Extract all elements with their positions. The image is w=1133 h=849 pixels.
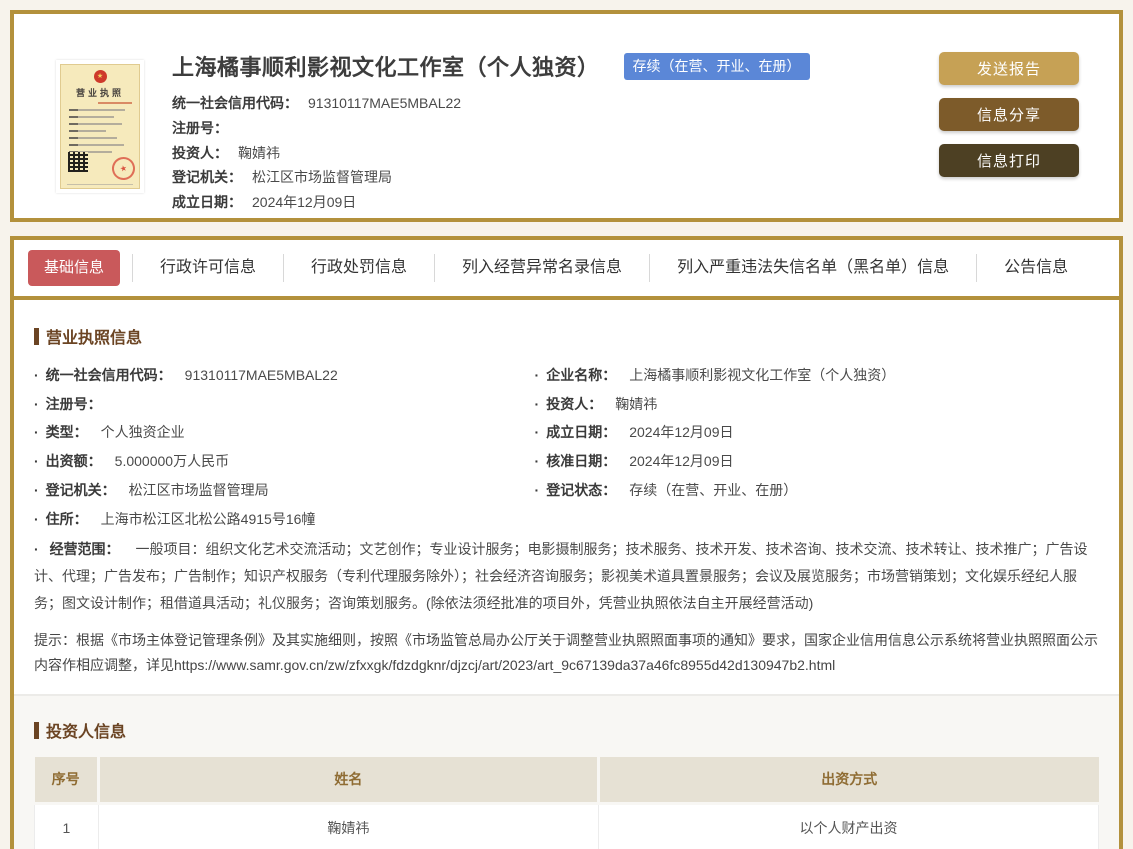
investor-info-section: 投资人信息 序号 姓名 出资方式 1 [14,696,1119,849]
action-button[interactable]: 信息打印 [939,144,1079,177]
tab-item[interactable]: 列入严重违法失信名单（黑名单）信息 [649,254,976,282]
license-field: 出资额： 5.000000万人民币 [34,447,535,476]
license-field: 登记机关： 松江区市场监督管理局 [34,476,535,505]
field-value: 一般项目：组织文化艺术交流活动；文艺创作；专业设计服务；电影摄制服务；技术服务、… [34,541,1087,611]
field-value: 个人独资企业 [101,418,185,447]
tab-item[interactable]: 行政处罚信息 [283,254,434,282]
field-value: 91310117MAE5MBAL22 [308,91,461,116]
field-label: 登记机关： [46,476,116,505]
license-field: 企业名称： 上海橘事顺利影视文化工作室（个人独资） [535,361,1068,390]
field-value: 上海市松江区北松公路4915号16幢 [101,505,316,534]
license-text-lines [61,109,139,158]
cell-name: 鞠婧祎 [98,803,598,849]
national-emblem-icon [94,70,107,83]
field-label: 投资人： [172,141,228,166]
table-header-cell: 姓名 [98,757,598,803]
main-card: 基础信息 行政许可信息 行政处罚信息 列入经营异常名录信息 列入严重违法失信名单… [10,236,1123,849]
field-label: 企业名称： [546,361,616,390]
license-field: 成立日期： 2024年12月09日 [535,418,1068,447]
investor-table: 序号 姓名 出资方式 1 鞠婧祎 以个人财产出资 [34,757,1099,849]
section-marker [34,722,39,739]
red-seal-icon [110,155,137,182]
header-field: 成立日期： 2024年12月09日 [172,190,911,215]
header-field: 统一社会信用代码： 91310117MAE5MBAL22 [172,91,911,116]
field-value: 松江区市场监督管理局 [252,165,392,190]
status-badge: 存续（在营、开业、在册） [624,53,810,80]
field-label: 经营范围： [50,541,120,557]
license-fields-right: 企业名称： 上海橘事顺利影视文化工作室（个人独资） 投资人： 鞠婧祎 成立日期：… [535,361,1068,533]
cell-index: 1 [35,803,99,849]
license-field: 核准日期： 2024年12月09日 [535,447,1068,476]
license-fields-left: 统一社会信用代码： 91310117MAE5MBAL22 注册号： 类型： 个人… [34,361,535,533]
header-field: 登记机关： 松江区市场监督管理局 [172,165,911,190]
field-value: 上海橘事顺利影视文化工作室（个人独资） [629,361,895,390]
field-label: 成立日期： [546,418,616,447]
license-title: 营业执照 [76,86,124,99]
field-label: 类型： [46,418,88,447]
business-license-image[interactable]: 营业执照 [56,60,144,193]
header-field: 注册号： [172,116,911,141]
business-scope: 经营范围： 一般项目：组织文化艺术交流活动；文艺创作；专业设计服务；电影摄制服务… [34,536,1099,617]
license-fields-grid: 统一社会信用代码： 91310117MAE5MBAL22 注册号： 类型： 个人… [34,361,1099,533]
company-info: 上海橘事顺利影视文化工作室（个人独资） 存续（在营、开业、在册） 统一社会信用代… [172,48,911,198]
table-body: 1 鞠婧祎 以个人财产出资 [35,803,1099,849]
action-button[interactable]: 信息分享 [939,98,1079,131]
field-label: 核准日期： [546,447,616,476]
section-title-license: 营业执照信息 [34,324,1099,348]
table-header-row: 序号 姓名 出资方式 [35,757,1099,803]
notice-text: 提示：根据《市场主体登记管理条例》及其实施细则，按照《市场监管总局办公厅关于调整… [34,628,1099,678]
license-certificate: 营业执照 [60,64,140,189]
field-value: 鞠婧祎 [238,141,280,166]
field-label: 统一社会信用代码： [46,361,172,390]
field-label: 注册号： [172,116,228,141]
tab-item[interactable]: 行政许可信息 [132,254,283,282]
license-field: 登记状态： 存续（在营、开业、在册） [535,476,1068,505]
field-label: 注册号： [46,390,102,419]
section-title-investor: 投资人信息 [34,718,1099,742]
field-value: 91310117MAE5MBAL22 [185,361,338,390]
license-field: 类型： 个人独资企业 [34,418,535,447]
license-field: 住所： 上海市松江区北松公路4915号16幢 [34,505,535,534]
license-field: 投资人： 鞠婧祎 [535,390,1068,419]
tab-item[interactable]: 公告信息 [976,254,1095,282]
action-button[interactable]: 发送报告 [939,52,1079,85]
field-label: 统一社会信用代码： [172,91,298,116]
field-value: 2024年12月09日 [252,190,356,215]
license-field: 统一社会信用代码： 91310117MAE5MBAL22 [34,361,535,390]
field-value: 5.000000万人民币 [115,447,229,476]
tab-item[interactable]: 基础信息 [28,250,120,286]
table-header-cell: 序号 [35,757,99,803]
table-header-cell: 出资方式 [598,757,1098,803]
qr-code [68,152,88,172]
company-header-card: 营业执照 上海橘事顺利影视文化工作室（个人独资） 存续（在营、开业、在册） 统一… [10,10,1123,222]
tab-item[interactable]: 列入经营异常名录信息 [434,254,649,282]
field-label: 出资额： [46,447,102,476]
field-value: 存续（在营、开业、在册） [629,476,797,505]
header-field-list: 统一社会信用代码： 91310117MAE5MBAL22 注册号： 投资人： 鞠… [172,91,911,215]
tab-bar: 基础信息 行政许可信息 行政处罚信息 列入经营异常名录信息 列入严重违法失信名单… [14,240,1119,300]
field-label: 登记机关： [172,165,242,190]
field-value: 2024年12月09日 [629,447,733,476]
field-label: 投资人： [546,390,602,419]
section-marker [34,328,39,345]
cell-way: 以个人财产出资 [598,803,1098,849]
table-row: 1 鞠婧祎 以个人财产出资 [35,803,1099,849]
field-value: 鞠婧祎 [615,390,657,419]
field-value: 2024年12月09日 [629,418,733,447]
header-field: 投资人： 鞠婧祎 [172,141,911,166]
field-label: 住所： [46,505,88,534]
license-field: 注册号： [34,390,535,419]
action-buttons: 发送报告 信息分享 信息打印 [939,48,1079,198]
license-footer-line [67,184,133,185]
field-label: 成立日期： [172,190,242,215]
field-label: 登记状态： [546,476,616,505]
license-subtitle-line [98,102,132,104]
company-name: 上海橘事顺利影视文化工作室（个人独资） [172,50,600,82]
field-value: 松江区市场监督管理局 [129,476,269,505]
license-info-section: 营业执照信息 统一社会信用代码： 91310117MAE5MBAL22 注册号： [14,300,1119,696]
